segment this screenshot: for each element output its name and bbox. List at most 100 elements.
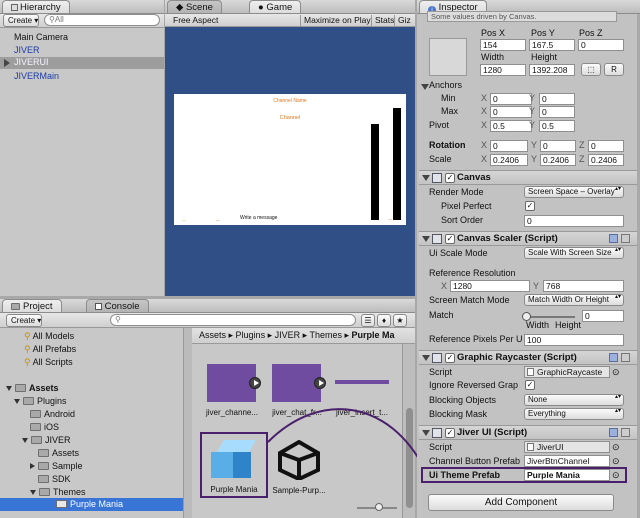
tree-purple-mania[interactable]: Purple Mania — [0, 498, 183, 511]
zoom-slider[interactable] — [357, 503, 397, 511]
maximize-on-play-toggle[interactable]: Maximize on Play — [300, 15, 371, 26]
file-item-purple-mania-highlight[interactable]: Purple Mania — [200, 432, 268, 498]
scale-z-field[interactable]: 0.2406 — [588, 154, 624, 166]
help-icon[interactable] — [609, 428, 618, 437]
object-picker-icon[interactable]: ⊙ — [612, 456, 620, 467]
favorite-all-prefabs[interactable]: ⚲ All Prefabs — [24, 344, 76, 355]
expand-arrow-icon[interactable] — [421, 84, 429, 90]
expand-arrow-icon[interactable] — [22, 438, 28, 443]
ref-y-field[interactable]: 768 — [543, 280, 624, 292]
zoom-slider-thumb[interactable] — [375, 503, 383, 511]
hierarchy-item-jiver[interactable]: JIVER — [14, 45, 40, 56]
help-icon[interactable] — [609, 234, 618, 243]
tree-themes[interactable]: Themes — [30, 487, 86, 498]
scale-x-field[interactable]: 0.2406 — [490, 154, 528, 166]
favorite-all-scripts[interactable]: ⚲ All Scripts — [24, 357, 73, 368]
ref-x-field[interactable]: 1280 — [450, 280, 530, 292]
rotation-y-field[interactable]: 0 — [540, 140, 576, 152]
anchor-min-x-field[interactable]: 0 — [490, 93, 532, 105]
expand-arrow-icon[interactable] — [6, 386, 12, 391]
gizmos-toggle[interactable]: Giz — [394, 15, 411, 26]
tree-android[interactable]: Android — [30, 409, 75, 420]
raw-edit-button[interactable]: R — [604, 63, 624, 76]
component-settings[interactable] — [609, 428, 631, 438]
match-field[interactable]: 0 — [582, 310, 624, 322]
filter-type-button[interactable]: ☰ — [361, 314, 375, 327]
expand-arrow-icon[interactable] — [422, 175, 430, 181]
breadcrumb-plugins[interactable]: Plugins — [236, 330, 266, 340]
expand-arrow-icon[interactable] — [422, 430, 430, 436]
expand-arrow-icon[interactable] — [14, 399, 20, 404]
width-field[interactable]: 1280 — [480, 64, 526, 76]
render-mode-dropdown[interactable]: Screen Space – Overlay — [524, 186, 624, 198]
tab-scene[interactable]: ◆ Scene — [167, 0, 222, 13]
tab-project[interactable]: Project — [2, 299, 62, 312]
add-component-button[interactable]: Add Component — [428, 494, 614, 511]
play-icon[interactable] — [249, 377, 261, 389]
tree-sdk[interactable]: SDK — [38, 474, 71, 485]
filter-label-button[interactable]: ♦ — [377, 314, 391, 327]
hierarchy-item-jivermain[interactable]: JIVERMain — [14, 71, 59, 82]
tree-jiver-assets[interactable]: Assets — [38, 448, 79, 459]
breadcrumb-themes[interactable]: Themes — [309, 330, 342, 340]
jiver-ui-component-header[interactable]: ✓ Jiver UI (Script) — [419, 425, 637, 440]
object-picker-icon[interactable]: ⊙ — [612, 442, 620, 453]
anchor-preset-widget[interactable] — [429, 38, 467, 76]
expand-arrow-icon[interactable] — [422, 355, 430, 361]
breadcrumb-jiver[interactable]: JIVER — [275, 330, 301, 340]
canvas-scaler-component-header[interactable]: ✓ Canvas Scaler (Script) — [419, 231, 637, 246]
match-slider[interactable] — [522, 312, 575, 321]
canvas-component-header[interactable]: ✓ Canvas — [419, 170, 637, 185]
blocking-objects-dropdown[interactable]: None — [524, 394, 624, 406]
ignore-reversed-checkbox[interactable]: ✓ — [525, 380, 535, 390]
hierarchy-item-main-camera[interactable]: Main Camera — [14, 32, 68, 43]
graphic-raycaster-component-header[interactable]: ✓ Graphic Raycaster (Script) — [419, 350, 637, 365]
hierarchy-item-jiverui-row[interactable]: JIVERUI — [0, 57, 164, 69]
stats-toggle[interactable]: Stats — [371, 15, 394, 26]
aspect-dropdown[interactable]: Free Aspect — [173, 15, 218, 26]
ui-scale-mode-dropdown[interactable]: Scale With Screen Size — [524, 247, 624, 259]
screen-match-mode-dropdown[interactable]: Match Width Or Height — [524, 294, 624, 306]
favorite-button[interactable]: ★ — [393, 314, 407, 327]
tree-ios[interactable]: iOS — [30, 422, 59, 433]
project-search-input[interactable]: ⚲ — [110, 314, 356, 326]
breadcrumb-assets[interactable]: Assets — [199, 330, 226, 340]
play-icon[interactable] — [314, 377, 326, 389]
pixel-perfect-checkbox[interactable]: ✓ — [525, 201, 535, 211]
tree-plugins[interactable]: Plugins — [14, 396, 67, 407]
tree-jiver[interactable]: JIVER — [22, 435, 71, 446]
jiver-ui-enabled-checkbox[interactable]: ✓ — [445, 428, 455, 438]
tree-assets[interactable]: Assets — [6, 383, 59, 394]
posx-field[interactable]: 154 — [480, 39, 526, 51]
collapse-arrow-icon[interactable] — [30, 463, 35, 469]
help-icon[interactable] — [609, 353, 618, 362]
height-field[interactable]: 1392.208 — [529, 64, 575, 76]
anchor-max-y-field[interactable]: 0 — [539, 106, 575, 118]
project-tree-scrollbar[interactable] — [183, 328, 192, 518]
expand-arrow-icon[interactable] — [30, 490, 36, 495]
component-settings[interactable] — [609, 234, 631, 244]
component-settings[interactable] — [609, 353, 631, 363]
pivot-y-field[interactable]: 0.5 — [539, 120, 575, 132]
anchor-max-x-field[interactable]: 0 — [490, 106, 532, 118]
file-thumb-2[interactable] — [335, 380, 389, 384]
object-picker-icon[interactable]: ⊙ — [612, 470, 620, 481]
blueprint-button[interactable]: ⬚ — [581, 63, 601, 76]
ui-theme-prefab-field[interactable]: Purple Mania — [524, 469, 610, 481]
canvas-enabled-checkbox[interactable]: ✓ — [445, 173, 455, 183]
posz-field[interactable]: 0 — [578, 39, 624, 51]
blocking-mask-dropdown[interactable]: Everything — [524, 408, 624, 420]
tab-game[interactable]: ● Game — [249, 0, 302, 13]
tree-sample[interactable]: Sample — [30, 461, 83, 472]
graphic-raycaster-enabled-checkbox[interactable]: ✓ — [445, 353, 455, 363]
pivot-x-field[interactable]: 0.5 — [490, 120, 532, 132]
sort-order-field[interactable]: 0 — [524, 215, 624, 227]
rotation-x-field[interactable]: 0 — [490, 140, 528, 152]
file-thumb-0[interactable] — [207, 364, 261, 402]
expand-arrow-icon[interactable] — [422, 236, 430, 242]
posy-field[interactable]: 167.5 — [529, 39, 575, 51]
gear-icon[interactable] — [621, 428, 630, 437]
tab-console[interactable]: Console — [86, 299, 149, 312]
scale-y-field[interactable]: 0.2406 — [540, 154, 576, 166]
hierarchy-create-button[interactable]: Create ▾ — [3, 14, 39, 27]
